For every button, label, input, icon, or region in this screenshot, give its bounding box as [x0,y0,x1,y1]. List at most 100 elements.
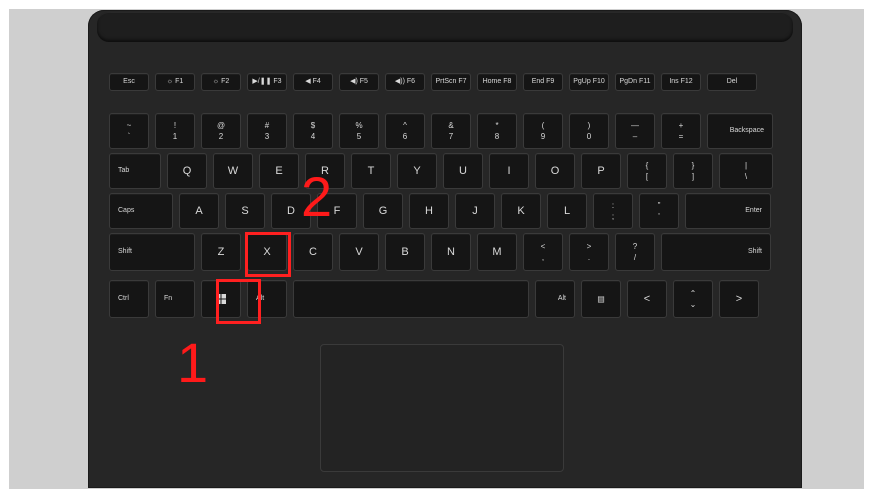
key-key-5-7[interactable]: < [627,280,667,318]
key-v[interactable]: V [339,233,379,271]
key-label: Del [726,78,738,85]
key-ctrl[interactable]: Ctrl [109,280,149,318]
key-space[interactable] [293,280,529,318]
key-label: ◀ F4 [305,78,321,85]
key-9[interactable]: ( 9 [523,113,563,149]
key-4[interactable]: $ 4 [293,113,333,149]
key-prtscn-f7[interactable]: PrtScn F7 [431,73,471,91]
key-pgdn-f11[interactable]: PgDn F11 [615,73,655,91]
key-1[interactable]: ! 1 [155,113,195,149]
key-p[interactable]: P [581,153,621,189]
key-alt[interactable]: Alt [535,280,575,318]
key-q[interactable]: Q [167,153,207,189]
key-caps[interactable]: Caps [109,193,173,229]
key-b[interactable]: B [385,233,425,271]
key-fn[interactable]: Fn [155,280,195,318]
key-j[interactable]: J [455,193,495,229]
key-f3[interactable]: ▶/❚❚ F3 [247,73,287,91]
key-y[interactable]: Y [397,153,437,189]
key-label: ~ ` [126,121,132,141]
key-label: Alt [557,295,566,302]
key-pgup-f10[interactable]: PgUp F10 [569,73,609,91]
key-label: ⌃ ⌄ [689,289,697,309]
key-key-3-11[interactable]: " ' [639,193,679,229]
key-label: ^ 6 [402,121,408,141]
key-u[interactable]: U [443,153,483,189]
key-f1[interactable]: ☼ F1 [155,73,195,91]
key-key-5-6[interactable]: ▤ [581,280,621,318]
key-i[interactable]: I [489,153,529,189]
key-tab[interactable]: Tab [109,153,161,189]
key-e[interactable]: E [259,153,299,189]
key-label: PrtScn F7 [435,78,467,85]
key-label: + = [678,121,684,141]
key-key-5-8[interactable]: ⌃ ⌄ [673,280,713,318]
key-enter[interactable]: Enter [685,193,771,229]
key-a[interactable]: A [179,193,219,229]
key-0[interactable]: ) 0 [569,113,609,149]
annotation-number-1: 1 [177,331,209,394]
key-label: ) 0 [586,121,592,141]
key-g[interactable]: G [363,193,403,229]
key-label: @ 2 [216,121,226,141]
key-label: V [355,246,363,258]
key-h[interactable]: H [409,193,449,229]
touchpad[interactable] [320,344,564,472]
key-label: U [459,165,467,177]
key-label: B [401,246,409,258]
key-f2[interactable]: ☼ F2 [201,73,241,91]
key-key-2-13[interactable]: | \ [719,153,773,189]
key-8[interactable]: * 8 [477,113,517,149]
key-key-2-11[interactable]: { [ [627,153,667,189]
key-label: Shift [118,248,133,255]
key-home-f8[interactable]: Home F8 [477,73,517,91]
key-key-4-8[interactable]: < , [523,233,563,271]
key-key-2-12[interactable]: } ] [673,153,713,189]
key-shift[interactable]: Shift [661,233,771,271]
key-del[interactable]: Del [707,73,757,91]
key-shift[interactable]: Shift [109,233,195,271]
key-label: Enter [745,207,762,214]
key-label: ☼ F2 [212,78,230,85]
key-f5[interactable]: ◀) F5 [339,73,379,91]
key-label: O [550,165,560,177]
key-7[interactable]: & 7 [431,113,471,149]
key-6[interactable]: ^ 6 [385,113,425,149]
key-m[interactable]: M [477,233,517,271]
key-label: Y [413,165,421,177]
key-l[interactable]: L [547,193,587,229]
key-k[interactable]: K [501,193,541,229]
key-c[interactable]: C [293,233,333,271]
key-label: Shift [747,248,762,255]
key-w[interactable]: W [213,153,253,189]
key-3[interactable]: # 3 [247,113,287,149]
keyboard-photo: Esc ☼ F1 ☼ F2 ▶/❚❚ F3 ◀ F4 ◀) F5 ◀)) F6 PrtScn … [9,9,864,489]
key-label: & 7 [448,121,454,141]
key-label: % 5 [355,121,363,141]
key-key-1-11[interactable]: — – [615,113,655,149]
key-key-5-9[interactable]: > [719,280,759,318]
key-z[interactable]: Z [201,233,241,271]
key-f4[interactable]: ◀ F4 [293,73,333,91]
key-key-4-10[interactable]: ? / [615,233,655,271]
key-label: A [195,205,203,217]
key-key-1-12[interactable]: + = [661,113,701,149]
key-n[interactable]: N [431,233,471,271]
key-label: { [ [645,161,649,181]
key-key-4-9[interactable]: > . [569,233,609,271]
key-o[interactable]: O [535,153,575,189]
key-label: Z [217,246,225,258]
key-key-1-0[interactable]: ~ ` [109,113,149,149]
key-backspace[interactable]: Backspace [707,113,773,149]
key-label: PgUp F10 [573,78,605,85]
key-2[interactable]: @ 2 [201,113,241,149]
key-f6[interactable]: ◀)) F6 [385,73,425,91]
key-5[interactable]: % 5 [339,113,379,149]
key-esc[interactable]: Esc [109,73,149,91]
key-ins-f12[interactable]: Ins F12 [661,73,701,91]
key-label: — – [631,121,639,141]
key-end-f9[interactable]: End F9 [523,73,563,91]
key-s[interactable]: S [225,193,265,229]
key-key-3-10[interactable]: : ; [593,193,633,229]
key-t[interactable]: T [351,153,391,189]
